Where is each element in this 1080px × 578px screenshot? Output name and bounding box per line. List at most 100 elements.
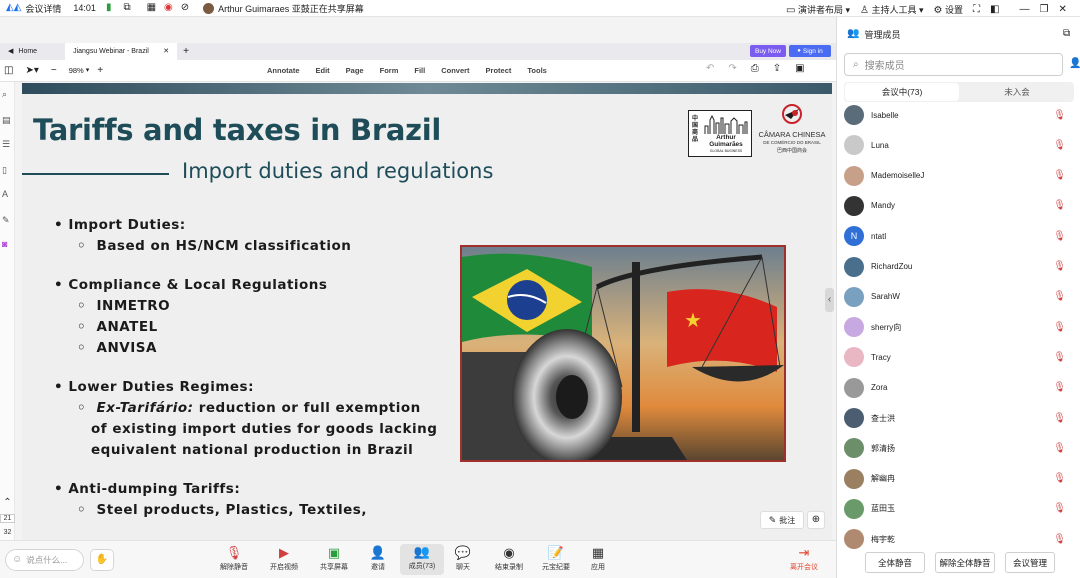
menu-annotate[interactable]: Annotate (267, 66, 300, 75)
member-search-input[interactable]: ⌕ 搜索成员 (844, 53, 1063, 76)
stop-share-icon[interactable]: ⊘ (181, 3, 189, 13)
zoom-button[interactable]: ⊕ (807, 511, 825, 529)
yuanbao-notes-button[interactable]: 📝 元宝纪要 (534, 545, 578, 572)
tab-close-icon[interactable]: ✕ (163, 48, 169, 55)
text-icon[interactable]: A (2, 190, 8, 199)
unmute-button[interactable]: 🎙 解除静音 (212, 545, 256, 572)
menu-tools[interactable]: Tools (527, 66, 546, 75)
menu-page[interactable]: Page (346, 66, 364, 75)
bookmark-icon[interactable]: ▯ (2, 166, 7, 175)
apps-button[interactable]: ▦ 应用 (576, 545, 620, 572)
pages-icon[interactable]: ▤ (2, 116, 11, 125)
member-row[interactable]: 解幽冉 🎙 (844, 466, 1076, 492)
member-row[interactable]: MademoiselleJ 🎙 (844, 163, 1076, 189)
menu-convert[interactable]: Convert (441, 66, 469, 75)
search-icon[interactable]: ⌕ (2, 90, 7, 99)
share-icon[interactable]: ⇪ (773, 64, 781, 74)
meeting-info[interactable]: ◭◭ 会议详情 (6, 2, 61, 15)
back-icon[interactable]: ◀ (8, 48, 13, 55)
member-row[interactable]: 查士洪 🎙 (844, 405, 1076, 431)
annotate-button[interactable]: ✎ 批注 (760, 511, 804, 529)
redo-icon[interactable]: ↷ (728, 64, 736, 74)
tab-home[interactable]: ◀ Home (0, 43, 45, 60)
chevron-up-icon[interactable]: ⌃ (3, 498, 11, 508)
mic-muted-icon[interactable]: 🎙 (1053, 200, 1066, 211)
mic-muted-icon[interactable]: 🎙 (1053, 231, 1066, 242)
leave-meeting-button[interactable]: ⇥ 离开会议 (782, 545, 826, 572)
zoom-in-icon[interactable]: + (97, 65, 103, 76)
member-row[interactable]: SarahW 🎙 (844, 284, 1076, 310)
tab-not-joined[interactable]: 未入会 (960, 82, 1074, 102)
popout-icon[interactable]: ⧉ (1063, 29, 1070, 39)
sign-in-button[interactable]: ● Sign in (789, 45, 831, 57)
end-recording-button[interactable]: ◉ 结束录制 (487, 545, 531, 572)
cursor-select-icon[interactable]: ➤▾ (25, 65, 38, 76)
member-row[interactable]: Luna 🎙 (844, 132, 1076, 158)
mic-muted-icon[interactable]: 🎙 (1053, 352, 1066, 363)
member-row[interactable]: Zora 🎙 (844, 375, 1076, 401)
page-current[interactable]: 21 (0, 514, 15, 523)
mic-muted-icon[interactable]: 🎙 (1053, 473, 1066, 484)
mic-muted-icon[interactable]: 🎙 (1053, 413, 1066, 424)
more-button[interactable]: 会议管理 (1005, 552, 1055, 573)
zoom-level[interactable]: 98% (69, 66, 84, 75)
external-window-icon[interactable]: ⧉ (123, 3, 130, 13)
zoom-out-icon[interactable]: − (51, 65, 57, 76)
menu-form[interactable]: Form (380, 66, 399, 75)
undo-icon[interactable]: ↶ (706, 64, 714, 74)
tab-in-meeting[interactable]: 会议中(73) (845, 83, 959, 101)
ai-icon[interactable]: ◙ (2, 240, 7, 249)
member-row[interactable]: sherry向 🎙 (844, 314, 1076, 340)
members-button[interactable]: 👥 成员(73) (400, 544, 444, 575)
screen-off-icon[interactable]: ▦ (147, 3, 156, 13)
menu-protect[interactable]: Protect (486, 66, 512, 75)
panel-collapse-handle[interactable]: ‹ (825, 288, 834, 312)
close-icon[interactable]: ✕ (1058, 4, 1066, 15)
tab-document[interactable]: Jiangsu Webinar - Brazil ✕ (65, 43, 178, 60)
restore-icon[interactable]: ❐ (1040, 4, 1049, 15)
mute-all-button[interactable]: 全体静音 (865, 552, 925, 573)
invite-button[interactable]: 👤 邀请 (356, 545, 400, 572)
host-tools-button[interactable]: ♙ 主持人工具 ▾ (860, 3, 924, 16)
mic-muted-icon[interactable]: 🎙 (1053, 382, 1066, 393)
add-member-icon[interactable]: 👤 (1069, 59, 1080, 69)
layers-icon[interactable]: ☰ (2, 140, 10, 149)
fullscreen-icon[interactable]: ⛶ (973, 4, 980, 15)
mic-muted-icon[interactable]: 🎙 (1053, 443, 1066, 454)
sidebar-panel-icon[interactable]: ◫ (4, 65, 13, 76)
settings-button[interactable]: ⚙ 设置 (934, 3, 964, 16)
member-row[interactable]: Mandy 🎙 (844, 193, 1076, 219)
unmute-all-button[interactable]: 解除全体静音 (935, 552, 995, 573)
new-tab-icon[interactable]: + (183, 46, 189, 57)
member-row[interactable]: Isabelle 🎙 (844, 102, 1076, 128)
presenter-layout-button[interactable]: ▭ 演讲者布局 ▾ (786, 3, 850, 16)
share-screen-button[interactable]: ▣ 共享屏幕 (312, 545, 356, 572)
zoom-dropdown-icon[interactable]: ▾ (86, 67, 90, 74)
meeting-details-label[interactable]: 会议详情 (25, 2, 61, 15)
sidebar-toggle-icon[interactable]: ◧ (990, 4, 999, 15)
mic-muted-icon[interactable]: 🎙 (1053, 534, 1066, 545)
member-row[interactable]: Tracy 🎙 (844, 344, 1076, 370)
raise-hand-button[interactable]: ✋ (90, 549, 114, 571)
mic-muted-icon[interactable]: 🎙 (1053, 503, 1066, 514)
buy-now-button[interactable]: Buy Now (750, 45, 786, 57)
member-row[interactable]: 郭清扬 🎙 (844, 435, 1076, 461)
mic-muted-icon[interactable]: 🎙 (1053, 140, 1066, 151)
menu-edit[interactable]: Edit (316, 66, 330, 75)
mic-muted-icon[interactable]: 🎙 (1053, 322, 1066, 333)
start-video-button[interactable]: ▶ 开启视频 (262, 545, 306, 572)
mic-muted-icon[interactable]: 🎙 (1053, 261, 1066, 272)
chat-button[interactable]: 💬 聊天 (441, 545, 485, 572)
member-row[interactable]: RichardZou 🎙 (844, 254, 1076, 280)
record-icon[interactable]: ◉ (164, 3, 173, 13)
mic-muted-icon[interactable]: 🎙 (1053, 291, 1066, 302)
menu-fill[interactable]: Fill (414, 66, 425, 75)
mic-muted-icon[interactable]: 🎙 (1053, 110, 1066, 121)
signature-icon[interactable]: ✎ (2, 216, 10, 225)
reading-mode-icon[interactable]: ▣ (795, 64, 804, 74)
minimize-icon[interactable]: — (1020, 4, 1030, 15)
member-row[interactable]: 蓝田玉 🎙 (844, 496, 1076, 522)
member-row[interactable]: Nntatl 🎙 (844, 223, 1076, 249)
mic-muted-icon[interactable]: 🎙 (1053, 170, 1066, 181)
print-icon[interactable]: ⎙ (751, 64, 759, 74)
